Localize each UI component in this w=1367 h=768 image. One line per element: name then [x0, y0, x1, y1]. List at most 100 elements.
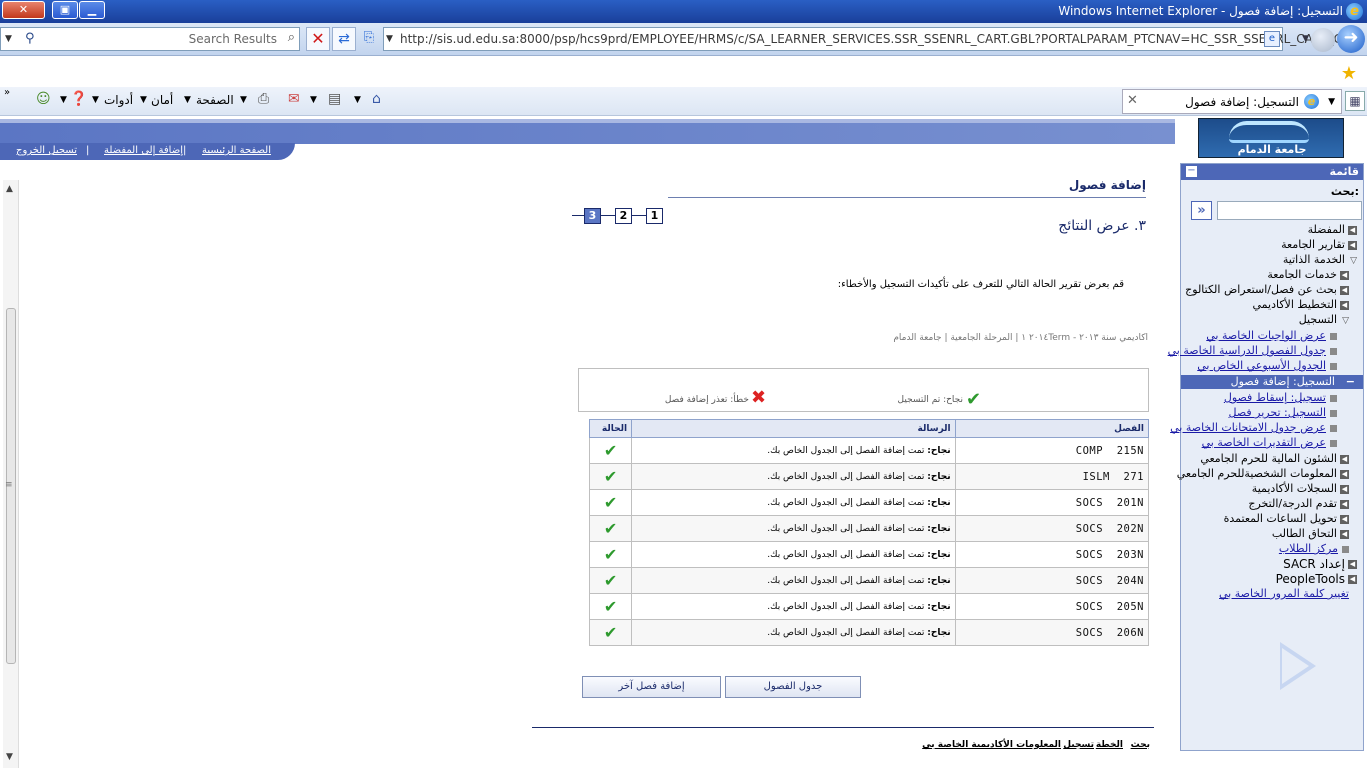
page-scrollbar[interactable]: ▲ ≡ ▼	[3, 180, 19, 768]
url-dropdown-icon[interactable]: ▼	[386, 34, 393, 44]
message-prefix: نجاح:	[927, 523, 951, 534]
menu-search-go-icon[interactable]: »	[1191, 201, 1212, 220]
results-body: ✔ نجاح: تمت إضافة الفصل إلى الجدول الخاص …	[588, 437, 1150, 646]
print-dropdown-icon[interactable]: ▼	[240, 95, 247, 105]
home-link[interactable]: الصفحة الرئيسية	[202, 145, 271, 156]
menu-link-edit-class[interactable]: التسجيل: تحرير فصل	[1229, 406, 1337, 419]
safety-menu[interactable]: أمان	[151, 93, 173, 107]
back-button[interactable]: ➜	[1337, 25, 1365, 53]
menu-item-sacr-setup[interactable]: ◀إعداد SACR	[1283, 557, 1357, 571]
menu-item-class-search[interactable]: ◀بحث عن فصل/استعراض الكتالوج	[1185, 283, 1349, 296]
collapsed-arrow-icon: ◀	[1340, 529, 1349, 539]
feeds-icon[interactable]: ▤	[328, 91, 341, 107]
mail-icon[interactable]: ✉	[288, 91, 300, 107]
menu-item-campus-finances[interactable]: ◀الشئون المالية للحرم الجامعي	[1200, 452, 1349, 465]
class-schedule-button[interactable]: جدول الفصول	[725, 676, 861, 698]
menu-item-degree-progress[interactable]: ◀تقدم الدرجة/التخرج	[1248, 497, 1349, 510]
menu-item-self-service[interactable]: ▽الخدمة الذاتية	[1283, 253, 1357, 266]
minimize-window-button[interactable]: ▁	[79, 1, 105, 19]
success-check-icon: ✔	[588, 437, 633, 464]
menu-link-change-password[interactable]: تغيير كلمة المرور الخاصة بي	[1219, 587, 1349, 600]
close-window-button[interactable]: ✕	[2, 1, 45, 19]
menu-item-transfer-credit[interactable]: ◀تحويل الساعات المعتمدة	[1224, 512, 1349, 525]
quick-tabs-icon[interactable]: ▦	[1345, 91, 1365, 111]
help-dropdown-icon[interactable]: ▼	[60, 95, 67, 105]
menu-item-favorites[interactable]: ◀المفضلة	[1308, 223, 1357, 236]
menu-link-my-class-schedule[interactable]: جدول الفصول الدراسية الخاصة بي	[1168, 344, 1337, 357]
bottom-link-my-academics[interactable]: المعلومات الأكاديمية الخاصة بي	[922, 740, 1061, 750]
menu-item-campus-personal-info[interactable]: ◀المعلومات الشخصيةللحرم الجامعي	[1177, 467, 1349, 480]
menu-link-student-center[interactable]: مركز الطلاب	[1279, 542, 1349, 555]
tools-dropdown-icon[interactable]: ▼	[92, 95, 99, 105]
rss-feed-icon[interactable]: ⎘	[358, 27, 380, 51]
menu-link-drop-classes[interactable]: تسجيل: إسقاط فصول	[1224, 391, 1337, 404]
forward-button[interactable]	[1311, 28, 1335, 52]
success-check-icon: ✔	[588, 515, 633, 542]
tab-list-dropdown-icon[interactable]: ▼	[1328, 97, 1335, 107]
bottom-link-plan[interactable]: الخطة	[1096, 740, 1123, 750]
bullet-icon	[1330, 439, 1337, 447]
page-dropdown-icon[interactable]: ▼	[184, 95, 191, 105]
menu-item-enrollment[interactable]: ▽التسجيل	[1299, 313, 1349, 326]
browser-tab[interactable]: ✕ التسجيل: إضافة فصول e	[1122, 89, 1342, 114]
tools-menu[interactable]: أدوات	[104, 93, 133, 107]
page-menu[interactable]: الصفحة	[196, 93, 234, 107]
menu-item-student-admissions[interactable]: ◀التحاق الطالب	[1272, 527, 1349, 540]
menu-link-add-classes-active[interactable]: − التسجيل: إضافة فصول	[1181, 375, 1363, 389]
menu-link-view-assignments[interactable]: عرض الواجبات الخاصة بي	[1206, 329, 1337, 342]
print-icon[interactable]: ⎙	[258, 91, 269, 107]
table-row: ✔ نجاح: تمت إضافة الفصل إلى الجدول الخاص …	[588, 567, 1150, 594]
favorites-star-icon[interactable]: ★	[1341, 63, 1357, 84]
tab-close-icon[interactable]: ✕	[1127, 93, 1138, 108]
search-dropdown-icon[interactable]: ▼	[5, 34, 12, 44]
compatibility-view-icon[interactable]: e	[1264, 31, 1280, 47]
bottom-link-search[interactable]: بحث	[1131, 740, 1150, 750]
message-cell: نجاح: تمت إضافة الفصل إلى الجدول الخاص ب…	[631, 593, 956, 620]
add-another-class-button[interactable]: إضافة فصل آخر	[582, 676, 721, 698]
scroll-up-icon[interactable]: ▲	[6, 184, 13, 194]
search-go-icon[interactable]: ⌕	[288, 30, 295, 45]
collapsed-arrow-icon: ◀	[1340, 454, 1349, 464]
mail-dropdown-icon[interactable]: ▼	[310, 95, 317, 105]
collapsed-arrow-icon: ◀	[1340, 469, 1349, 479]
safety-dropdown-icon[interactable]: ▼	[140, 95, 147, 105]
refresh-button[interactable]: ⇄	[332, 27, 356, 51]
sign-out-link[interactable]: تسجيل الخروج	[16, 145, 77, 156]
portal-banner-stripe	[0, 119, 1175, 123]
menu-item-academic-planning[interactable]: ◀التخطيط الأكاديمي	[1252, 298, 1349, 311]
menu-link-view-grades[interactable]: عرض التقديرات الخاصة بي	[1202, 436, 1337, 449]
menu-header: قائمة −	[1181, 164, 1363, 180]
menu-link-exam-schedule[interactable]: عرض جدول الامتحانات الخاصة بي	[1170, 421, 1337, 434]
home-icon[interactable]: ⌂	[372, 91, 381, 107]
class-cell: SOCS 201N	[954, 489, 1150, 516]
success-check-icon: ✔	[588, 619, 633, 646]
menu-link-weekly-schedule[interactable]: الجدول الأسبوعي الخاص بي	[1197, 359, 1337, 372]
toolbar-overflow-icon[interactable]: »	[4, 87, 10, 98]
messenger-icon[interactable]: ☺	[36, 91, 51, 107]
search-box[interactable]: ▼ ⚲ Search Results ⌕	[0, 27, 300, 51]
menu-search-input[interactable]	[1217, 201, 1362, 220]
university-logo: جامعة الدمام	[1198, 118, 1344, 158]
error-x-icon: ✖	[751, 387, 767, 408]
menu-item-academic-records[interactable]: ◀السجلات الأكاديمية	[1252, 482, 1349, 495]
message-prefix: نجاح:	[927, 549, 951, 560]
class-cell: SOCS 206N	[954, 619, 1150, 646]
menu-item-campus-services[interactable]: ◀خدمات الجامعة	[1267, 268, 1349, 281]
scroll-down-icon[interactable]: ▼	[6, 752, 13, 762]
class-cell: ISLM 271	[954, 463, 1150, 490]
add-to-favorites-link[interactable]: إضافة إلى المفضلة	[104, 145, 183, 156]
history-dropdown-icon[interactable]: ▼	[1302, 34, 1309, 44]
collapse-menu-icon[interactable]: −	[1186, 166, 1197, 177]
menu-search-label: بحث:	[1330, 185, 1359, 198]
bottom-link-enroll[interactable]: تسجيل	[1063, 740, 1094, 750]
table-row: ✔ نجاح: تمت إضافة الفصل إلى الجدول الخاص …	[588, 541, 1150, 568]
url-input[interactable]: ▼ http://sis.ud.edu.sa:8000/psp/hcs9prd/…	[383, 27, 1358, 51]
status-legend: ✔ نجاح: تم التسجيل ✖ خطأ: تعذر إضافة فصل	[578, 368, 1149, 412]
menu-item-peopletools[interactable]: ◀PeopleTools	[1276, 572, 1357, 586]
maximize-window-button[interactable]: ▣	[52, 1, 78, 19]
menu-item-university-reports[interactable]: ◀تقارير الجامعة	[1281, 238, 1357, 251]
portal-nav: الصفحة الرئيسية | إضافة إلى المفضلة | تس…	[0, 143, 295, 160]
home-dropdown-icon[interactable]: ▼	[354, 95, 361, 105]
stop-button[interactable]: ✕	[306, 27, 330, 51]
help-icon[interactable]: ❓	[70, 91, 87, 107]
